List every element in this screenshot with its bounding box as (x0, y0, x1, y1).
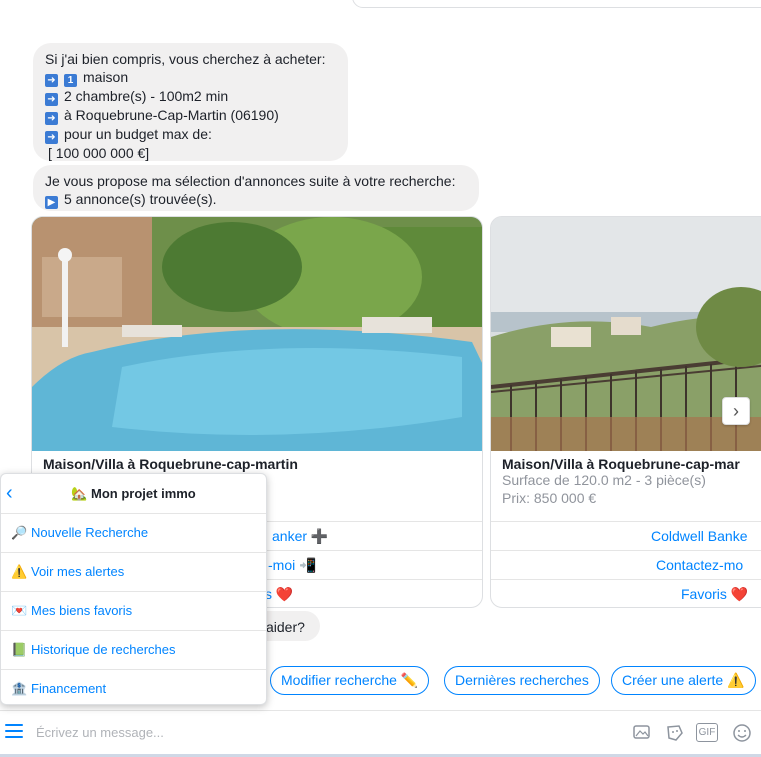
listing-photo-view[interactable] (491, 217, 761, 451)
bot-proposal-message: Je vous propose ma sélection d'annonces … (33, 165, 479, 211)
quick-reply-create-alert[interactable]: Créer une alerte ⚠️ (611, 666, 756, 695)
sea-view-photo (491, 217, 761, 451)
bank-icon: 🏦 (11, 681, 28, 696)
persistent-menu: ‹ 🏡 Mon projet immo 🔎 Nouvelle Recherche … (0, 473, 267, 705)
gif-icon[interactable]: GIF (696, 723, 718, 742)
listing-surface: Surface de 120.0 m2 - 3 pièce(s) (502, 472, 706, 488)
menu-header: ‹ 🏡 Mon projet immo (1, 474, 266, 514)
green-book-icon: 📗 (11, 642, 28, 657)
summary-property-type: maison (83, 69, 129, 85)
summary-location: à Roquebrune-Cap-Martin (06190) (64, 107, 279, 123)
listing-title: Maison/Villa à Roquebrune-cap-mar (502, 456, 740, 472)
message-composer: Écrivez un message... GIF (0, 710, 761, 757)
menu-item-history[interactable]: 📗 Historique de recherches (1, 631, 266, 670)
summary-budget-value: [ 100 000 000 €] (48, 145, 150, 161)
quick-reply-modify-search[interactable]: Modifier recherche ✏️ (270, 666, 430, 695)
magnifier-icon: 🔎 (11, 525, 28, 540)
chevron-right-icon: › (733, 401, 739, 421)
listing-photo-pool[interactable] (32, 217, 482, 451)
previous-user-message-bubble (352, 0, 761, 8)
arrow-right-icon: ➜ (45, 74, 58, 87)
message-input[interactable]: Écrivez un message... (36, 725, 164, 740)
photo-icon[interactable] (631, 723, 653, 743)
summary-intro: Si j'ai bien compris, vous cherchez à ac… (45, 51, 326, 67)
agency-button[interactable]: Coldwell Banke (491, 521, 761, 550)
proposal-count: 5 annonce(s) trouvée(s). (64, 191, 217, 207)
menu-item-label: Voir mes alertes (31, 564, 125, 579)
arrow-right-icon: ➜ (45, 112, 58, 125)
menu-item-financing[interactable]: 🏦 Financement (1, 670, 266, 709)
keycap-one-icon: 1 (64, 74, 77, 87)
proposal-text: Je vous propose ma sélection d'annonces … (45, 173, 456, 189)
emoji-icon[interactable] (731, 723, 753, 743)
favorite-button[interactable]: Favoris ❤️ (491, 579, 761, 607)
carousel-next-button[interactable]: › (722, 397, 750, 425)
summary-budget-label: pour un budget max de: (64, 126, 212, 142)
arrow-right-icon: ➜ (45, 131, 58, 144)
listing-price: Prix: 850 000 € (502, 490, 597, 506)
quick-reply-recent-searches[interactable]: Dernières recherches (444, 666, 600, 695)
arrow-right-icon: ➜ (45, 93, 58, 106)
menu-item-label: Nouvelle Recherche (31, 525, 149, 540)
warning-icon: ⚠️ (11, 564, 28, 579)
menu-item-favorites[interactable]: 💌 Mes biens favoris (1, 592, 266, 631)
summary-rooms: 2 chambre(s) - 100m2 min (64, 88, 229, 104)
listing-card-2[interactable]: Maison/Villa à Roquebrune-cap-mar Surfac… (490, 216, 761, 608)
menu-item-new-search[interactable]: 🔎 Nouvelle Recherche (1, 514, 266, 553)
menu-item-label: Mes biens favoris (31, 603, 133, 618)
love-letter-icon: 💌 (11, 603, 28, 618)
menu-title: 🏡 Mon projet immo (71, 486, 196, 501)
contact-button[interactable]: Contactez-mo (491, 550, 761, 579)
sticker-icon[interactable] (664, 723, 686, 743)
pool-villa-photo (32, 217, 482, 451)
menu-item-label: Historique de recherches (31, 642, 176, 657)
menu-item-alerts[interactable]: ⚠️ Voir mes alertes (1, 553, 266, 592)
play-icon: ▶ (45, 196, 58, 209)
bot-summary-message: Si j'ai bien compris, vous cherchez à ac… (33, 43, 348, 161)
listing-title: Maison/Villa à Roquebrune-cap-martin (43, 456, 298, 472)
menu-icon[interactable] (5, 724, 23, 740)
menu-item-label: Financement (31, 681, 107, 696)
help-text: aider? (266, 619, 305, 635)
